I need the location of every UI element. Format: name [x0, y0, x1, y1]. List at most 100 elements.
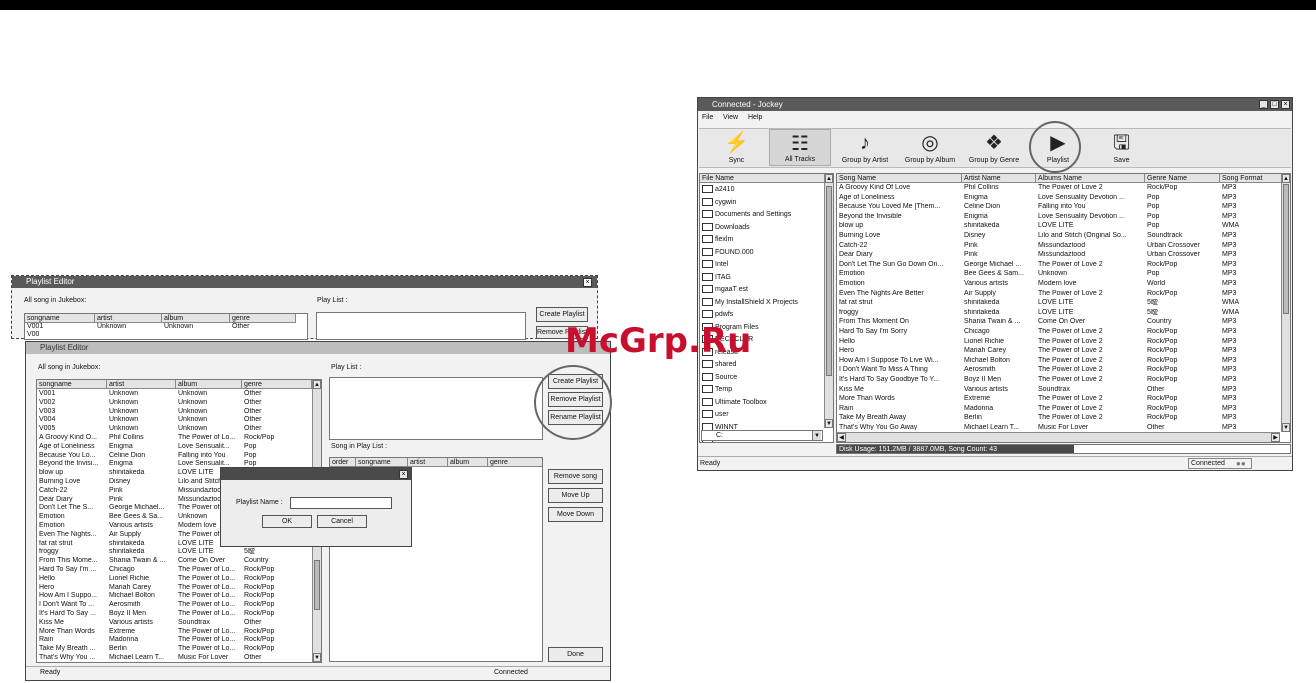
song-row[interactable]: blow up shinitakeda LOVE LITE Pop WMA — [839, 222, 1280, 230]
folder-item[interactable]: Downloads — [702, 222, 750, 235]
group-by-album-button[interactable]: ◎ Group by Album — [899, 129, 961, 166]
folder-item[interactable]: user — [702, 409, 729, 422]
table-row[interactable]: Because You Lo... Celine Dion Falling into… — [37, 452, 311, 460]
table-row[interactable]: Hero Mariah Carey The Power of Lo... Rock/P… — [37, 584, 311, 592]
folder-item[interactable]: flexlm — [702, 234, 733, 247]
group-by-artist-button[interactable]: ♪ Group by Artist — [836, 129, 894, 166]
move-up-button[interactable]: Move Up — [548, 488, 603, 503]
song-row[interactable]: fat rat strut shinitakeda LOVE LITE 5曖 WMA — [839, 299, 1280, 307]
song-row[interactable]: Hero Mariah Carey The Power of Love 2 Rock/… — [839, 347, 1280, 355]
table-row[interactable]: From This Mome... Shania Twain & ... Come … — [37, 557, 311, 565]
song-row[interactable]: I Don't Want To Miss A Thing Aerosmith The… — [839, 366, 1280, 374]
cancel-button[interactable]: Cancel — [317, 515, 367, 528]
scroll-down-arrow-icon[interactable]: ▼ — [825, 419, 833, 428]
table-row[interactable]: That's Why You ... Michael Learn T... Musi… — [37, 654, 311, 662]
dialog-close-button[interactable]: × — [399, 470, 408, 479]
folder-item[interactable]: pdwfs — [702, 309, 733, 322]
table-row[interactable]: V003 Unknown Unknown Other — [37, 408, 311, 416]
scroll-right-arrow-icon[interactable]: ▶ — [1271, 433, 1280, 442]
back-col-artist[interactable]: artist — [95, 314, 162, 323]
table-row[interactable]: Rain Madonna The Power of Lo... Rock/Pop — [37, 636, 311, 644]
folder-item[interactable]: Intel — [702, 259, 728, 272]
song-row[interactable]: Dear Diary Pink Missundaztood Urban Crossov… — [839, 251, 1280, 259]
close-button[interactable]: × — [1281, 100, 1290, 109]
song-row[interactable]: Kiss Me Various artists Soundtrax Other MP3 — [839, 386, 1280, 394]
scroll-left-arrow-icon[interactable]: ◀ — [837, 433, 846, 442]
table-row[interactable]: It's Hard To Say ... Boyz II Men The Power… — [37, 610, 311, 618]
song-row[interactable]: Don't Let The Sun Go Down On... George Mi… — [839, 261, 1280, 269]
table-row[interactable]: V00 — [25, 331, 307, 339]
tree-scrollbar[interactable]: ▲ ▼ — [824, 174, 833, 428]
song-row[interactable]: A Groovy Kind Of Love Phil Collins The Pow… — [839, 184, 1280, 192]
table-row[interactable]: I Don't Want To ... Aerosmith The Power of… — [37, 601, 311, 609]
menu-file[interactable]: File — [702, 112, 713, 123]
table-row[interactable]: Age of Loneliness Enigma Love Sensualit...… — [37, 443, 311, 451]
song-row[interactable]: That's Why You Go Away Michael Learn T...… — [839, 424, 1280, 430]
song-row[interactable]: Beyond the Invisible Enigma Love Sensualit… — [839, 213, 1280, 221]
song-row[interactable]: Hard To Say I'm Sorry Chicago The Power of… — [839, 328, 1280, 336]
col-genre-name[interactable]: Genre Name — [1145, 174, 1220, 183]
playlist-name-input[interactable] — [290, 497, 392, 509]
drive-selector[interactable]: C: ▼ — [701, 430, 823, 441]
ok-button[interactable]: OK — [262, 515, 312, 528]
folder-item[interactable]: Ultimate Toolbox — [702, 397, 767, 410]
remove-song-button[interactable]: Remove song — [548, 469, 603, 484]
folder-item[interactable]: mgaaT est — [702, 284, 748, 297]
folder-item[interactable]: Source — [702, 372, 737, 385]
group-by-genre-button[interactable]: ❖ Group by Genre — [964, 129, 1024, 166]
scroll-thumb[interactable] — [826, 186, 832, 376]
scroll-thumb[interactable] — [1283, 184, 1289, 314]
song-row[interactable]: More Than Words Extreme The Power of Love … — [839, 395, 1280, 403]
menu-help[interactable]: Help — [748, 112, 762, 123]
songs-vscrollbar[interactable]: ▲ ▼ — [1281, 174, 1290, 432]
back-col-songname[interactable]: songname — [25, 314, 95, 323]
back-editor-close-button[interactable]: × — [583, 278, 592, 287]
maximize-button[interactable]: □ — [1270, 100, 1279, 109]
song-row[interactable]: froggy shinitakeda LOVE LITE 5曖 WMA — [839, 309, 1280, 317]
song-row[interactable]: Emotion Various artists Modern love World MP… — [839, 280, 1280, 288]
pl-col-artist[interactable]: artist — [408, 458, 448, 467]
pl-col-order[interactable]: order — [330, 458, 356, 467]
scroll-up-arrow-icon[interactable]: ▲ — [313, 380, 321, 389]
song-row[interactable]: How Am I Suppose To Live Wi... Michael Bo… — [839, 357, 1280, 365]
col-genre[interactable]: genre — [242, 380, 312, 389]
table-row[interactable]: Hello Lionel Richie The Power of Lo... Rock… — [37, 575, 311, 583]
table-row[interactable]: Hard To Say I'm ... Chicago The Power of L… — [37, 566, 311, 574]
move-down-button[interactable]: Move Down — [548, 507, 603, 522]
play-list-box[interactable] — [329, 377, 543, 440]
pl-col-genre[interactable]: genre — [488, 458, 542, 467]
save-button[interactable]: 🖫 Save — [1099, 129, 1144, 166]
song-row[interactable]: It's Hard To Say Goodbye To Y... Boyz II … — [839, 376, 1280, 384]
song-row[interactable]: Rain Madonna The Power of Love 2 Rock/Pop MP… — [839, 405, 1280, 413]
song-row[interactable]: Even The Nights Are Better Air Supply The … — [839, 290, 1280, 298]
folder-item[interactable]: Temp — [702, 384, 732, 397]
table-row[interactable]: Take My Breath ... Berlin The Power of Lo.… — [37, 645, 311, 653]
scroll-up-arrow-icon[interactable]: ▲ — [1282, 174, 1290, 183]
song-row[interactable]: Catch-22 Pink Missundaztood Urban Crossover… — [839, 242, 1280, 250]
sync-button[interactable]: ⚡ Sync — [709, 129, 764, 166]
pl-col-album[interactable]: album — [448, 458, 488, 467]
done-button[interactable]: Done — [548, 647, 603, 662]
song-row[interactable]: From This Moment On Shania Twain & ... Com… — [839, 318, 1280, 326]
table-row[interactable]: V005 Unknown Unknown Other — [37, 425, 311, 433]
song-row[interactable]: Hello Lionel Richie The Power of Love 2 Roc… — [839, 338, 1280, 346]
col-artist-name[interactable]: Artist Name — [962, 174, 1036, 183]
col-album-name[interactable]: Albums Name — [1036, 174, 1145, 183]
minimize-button[interactable]: _ — [1259, 100, 1268, 109]
table-row[interactable]: V001 Unknown Unknown Other — [37, 390, 311, 398]
song-row[interactable]: Emotion Bee Gees & Sam... Unknown Pop MP3 — [839, 270, 1280, 278]
songs-hscrollbar[interactable]: ◀ ▶ — [837, 432, 1280, 442]
table-row[interactable]: Kiss Me Various artists Soundtrax Other — [37, 619, 311, 627]
all-tracks-button[interactable]: ☷ All Tracks — [769, 129, 831, 166]
scroll-down-arrow-icon[interactable]: ▼ — [1282, 423, 1290, 432]
scroll-thumb[interactable] — [314, 560, 320, 610]
scroll-down-arrow-icon[interactable]: ▼ — [313, 653, 321, 662]
folder-item[interactable]: a2410 — [702, 184, 734, 197]
back-col-genre[interactable]: genre — [230, 314, 296, 323]
table-row[interactable]: V002 Unknown Unknown Other — [37, 399, 311, 407]
col-song-name[interactable]: Song Name — [837, 174, 962, 183]
table-row[interactable]: V004 Unknown Unknown Other — [37, 416, 311, 424]
menu-view[interactable]: View — [723, 112, 738, 123]
folder-item[interactable]: ITAG — [702, 272, 731, 285]
song-row[interactable]: Take My Breath Away Berlin The Power of Lo… — [839, 414, 1280, 422]
